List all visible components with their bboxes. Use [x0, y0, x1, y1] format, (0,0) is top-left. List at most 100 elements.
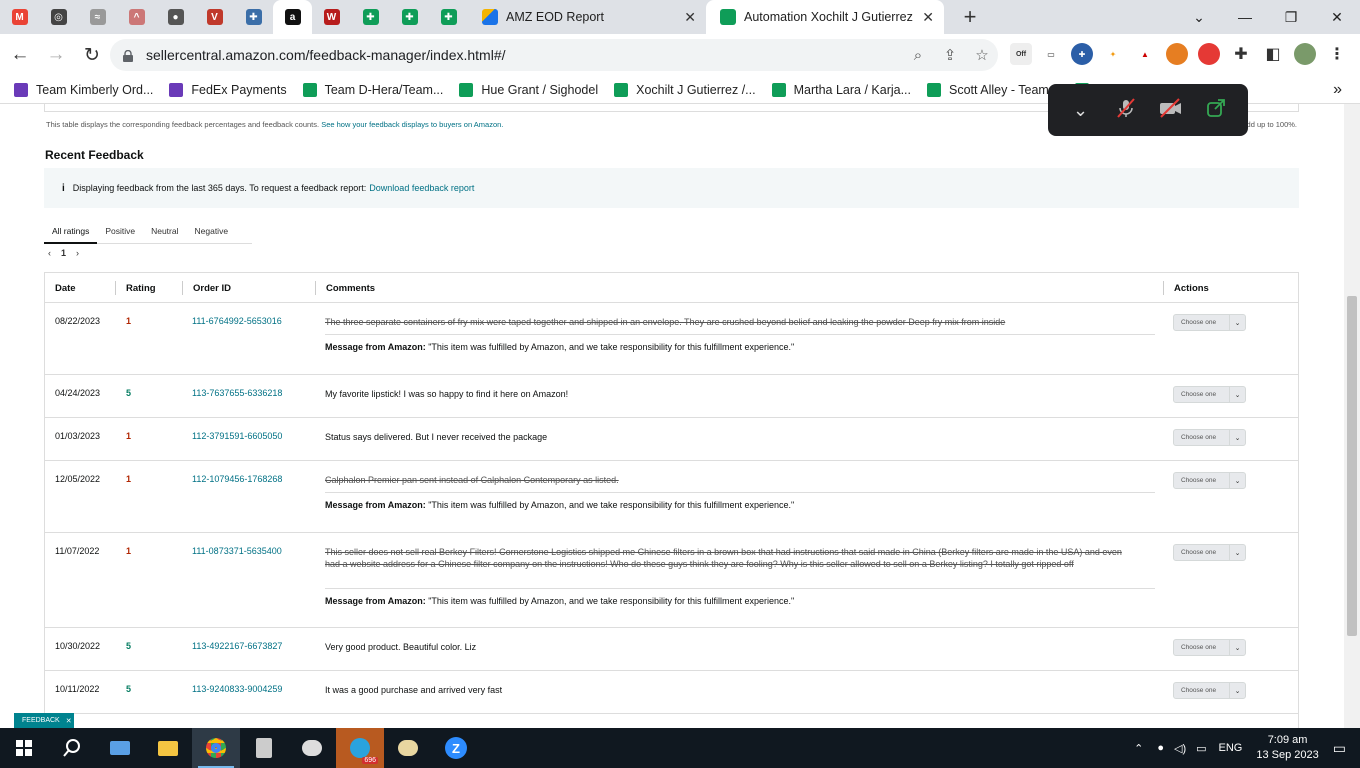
order-id-link[interactable]: 112-3791591-6605050	[192, 431, 282, 441]
download-report-link[interactable]: Download feedback report	[369, 183, 474, 193]
bookmark-item[interactable]: FedEx Payments	[169, 82, 287, 97]
search-icon[interactable]	[48, 728, 96, 768]
side-panel-icon[interactable]: ◧	[1262, 43, 1284, 65]
pinned-tab[interactable]: ✚	[234, 0, 273, 34]
tab-all-ratings[interactable]: All ratings	[44, 218, 98, 244]
tab-positive[interactable]: Positive	[97, 218, 143, 244]
ext-icon-6[interactable]	[1198, 43, 1220, 65]
action-dropdown[interactable]: Choose one ⌄	[1173, 682, 1246, 699]
order-id-link[interactable]: 111-6764992-5653016	[192, 316, 282, 326]
new-tab-button[interactable]: +	[956, 4, 984, 30]
url-text[interactable]: sellercentral.amazon.com/feedback-manage…	[146, 47, 902, 63]
ext-icon-4[interactable]: ▲	[1134, 43, 1156, 65]
zoom-app-icon[interactable]: Z	[432, 728, 480, 768]
tab-amz-eod-report[interactable]: AMZ EOD Report ✕	[468, 0, 706, 34]
microphone-icon[interactable]: ●	[1157, 742, 1164, 754]
next-page-icon[interactable]: ›	[76, 248, 79, 258]
close-window-icon[interactable]: ✕	[1314, 0, 1360, 34]
pinned-tab[interactable]: ✚	[429, 0, 468, 34]
network-icon[interactable]: ▭	[1196, 742, 1206, 755]
popout-icon[interactable]	[1201, 98, 1231, 123]
ext-icon-5[interactable]	[1166, 43, 1188, 65]
ext-icon-1[interactable]: ▭	[1040, 43, 1062, 65]
mic-off-icon[interactable]	[1111, 97, 1141, 123]
pinned-tab[interactable]: ●	[156, 0, 195, 34]
desktop-app-icon[interactable]	[96, 728, 144, 768]
pinned-tab[interactable]: V	[195, 0, 234, 34]
bookmark-item[interactable]: Xochilt J Gutierrez /...	[614, 82, 756, 97]
menu-kebab-icon[interactable]: ⋮	[1326, 43, 1348, 65]
bookmark-item[interactable]: Scott Alley - Team...	[927, 82, 1059, 97]
camera-off-icon[interactable]	[1156, 97, 1186, 123]
scrollbar-thumb[interactable]	[1347, 296, 1357, 636]
restore-icon[interactable]: ❐	[1268, 0, 1314, 34]
ext-icon-3[interactable]: ✦	[1102, 43, 1124, 65]
order-id-link[interactable]: 111-0873371-5635400	[192, 546, 282, 556]
chevron-down-icon[interactable]: ⌄	[1066, 100, 1096, 121]
bookmark-star-icon[interactable]: ☆	[966, 46, 998, 64]
forward-icon[interactable]: →	[40, 39, 72, 71]
pinned-tab[interactable]: ^	[117, 0, 156, 34]
share-icon[interactable]: ⇪	[934, 46, 966, 64]
notification-icon[interactable]: ▭	[1333, 740, 1346, 757]
close-icon[interactable]: ✕	[922, 9, 934, 26]
action-dropdown[interactable]: Choose one ⌄	[1173, 544, 1246, 561]
language-indicator[interactable]: ENG	[1219, 742, 1243, 754]
back-icon[interactable]: ←	[4, 39, 36, 71]
telegram-icon[interactable]: 696	[336, 728, 384, 768]
chrome-icon[interactable]	[192, 728, 240, 768]
tab-search-icon[interactable]: ⌄	[1176, 0, 1222, 34]
calculator-icon[interactable]	[240, 728, 288, 768]
clock[interactable]: 7:09 am 13 Sep 2023	[1256, 733, 1318, 763]
pinned-tab[interactable]: W	[312, 0, 351, 34]
pinned-tab[interactable]: ◎	[39, 0, 78, 34]
ext-off-icon[interactable]: Off	[1010, 43, 1032, 65]
ext-icon-2[interactable]: ✚	[1071, 43, 1093, 65]
caption-link[interactable]: See how your feedback displays to buyers…	[321, 120, 503, 129]
action-dropdown[interactable]: Choose one ⌄	[1173, 472, 1246, 489]
reload-icon[interactable]: ↻	[76, 39, 108, 71]
tab-negative[interactable]: Negative	[187, 218, 237, 244]
bookmark-item[interactable]: Martha Lara / Karja...	[771, 82, 911, 97]
volume-icon[interactable]: ◁)	[1174, 742, 1186, 755]
order-id-link[interactable]: 113-4922167-6673827	[192, 641, 282, 651]
zoom-icon[interactable]: ⌕	[902, 47, 934, 64]
tray-chevron-icon[interactable]: ⌃	[1134, 742, 1143, 755]
order-id-link[interactable]: 113-7637655-6336218	[192, 388, 282, 398]
current-page[interactable]: 1	[61, 248, 66, 258]
extensions-puzzle-icon[interactable]: ✚	[1230, 43, 1252, 65]
table-row: 10/30/2022 5 113-4922167-6673827 Very good …	[45, 628, 1298, 671]
close-icon[interactable]: ✕	[684, 9, 696, 26]
action-dropdown[interactable]: Choose one ⌄	[1173, 314, 1246, 331]
action-dropdown[interactable]: Choose one ⌄	[1173, 386, 1246, 403]
feedback-tab-button[interactable]: FEEDBACK ✕	[14, 713, 74, 728]
bookmarks-overflow-icon[interactable]: »	[1333, 81, 1342, 99]
order-id-link[interactable]: 112-1079456-1768268	[192, 474, 282, 484]
bookmark-item[interactable]: Hue Grant / Sighodel	[459, 82, 598, 97]
tab-automation[interactable]: Automation Xochilt J Gutierrez (C ✕	[706, 0, 944, 34]
page-scrollbar[interactable]	[1344, 104, 1360, 728]
bookmark-item[interactable]: Team Kimberly Ord...	[14, 82, 153, 97]
bookmark-item[interactable]: Team D-Hera/Team...	[302, 82, 443, 97]
col-date: Date	[55, 283, 76, 294]
table-row: 01/03/2023 1 112-3791591-6605050 Status say…	[45, 418, 1298, 461]
profile-avatar[interactable]	[1294, 43, 1316, 65]
action-dropdown[interactable]: Choose one ⌄	[1173, 639, 1246, 656]
pinned-tab[interactable]: a	[273, 0, 312, 34]
paint-icon[interactable]	[288, 728, 336, 768]
pinned-tab[interactable]: M	[0, 0, 39, 34]
order-id-link[interactable]: 113-9240833-9004259	[192, 684, 282, 694]
pinned-tab[interactable]: ✚	[351, 0, 390, 34]
file-explorer-icon[interactable]	[144, 728, 192, 768]
windows-start-icon[interactable]	[0, 728, 48, 768]
tab-neutral[interactable]: Neutral	[143, 218, 186, 244]
pinned-tab[interactable]: ✚	[390, 0, 429, 34]
pinned-tab[interactable]: ≈	[78, 0, 117, 34]
minimize-icon[interactable]: —	[1222, 0, 1268, 34]
paint-palette-icon[interactable]	[384, 728, 432, 768]
close-icon[interactable]: ✕	[66, 717, 72, 725]
action-dropdown[interactable]: Choose one ⌄	[1173, 429, 1246, 446]
feedback-comment: The three separate containers of fry mix…	[325, 317, 1006, 327]
prev-page-icon[interactable]: ‹	[48, 248, 51, 258]
address-bar[interactable]: sellercentral.amazon.com/feedback-manage…	[110, 39, 998, 71]
